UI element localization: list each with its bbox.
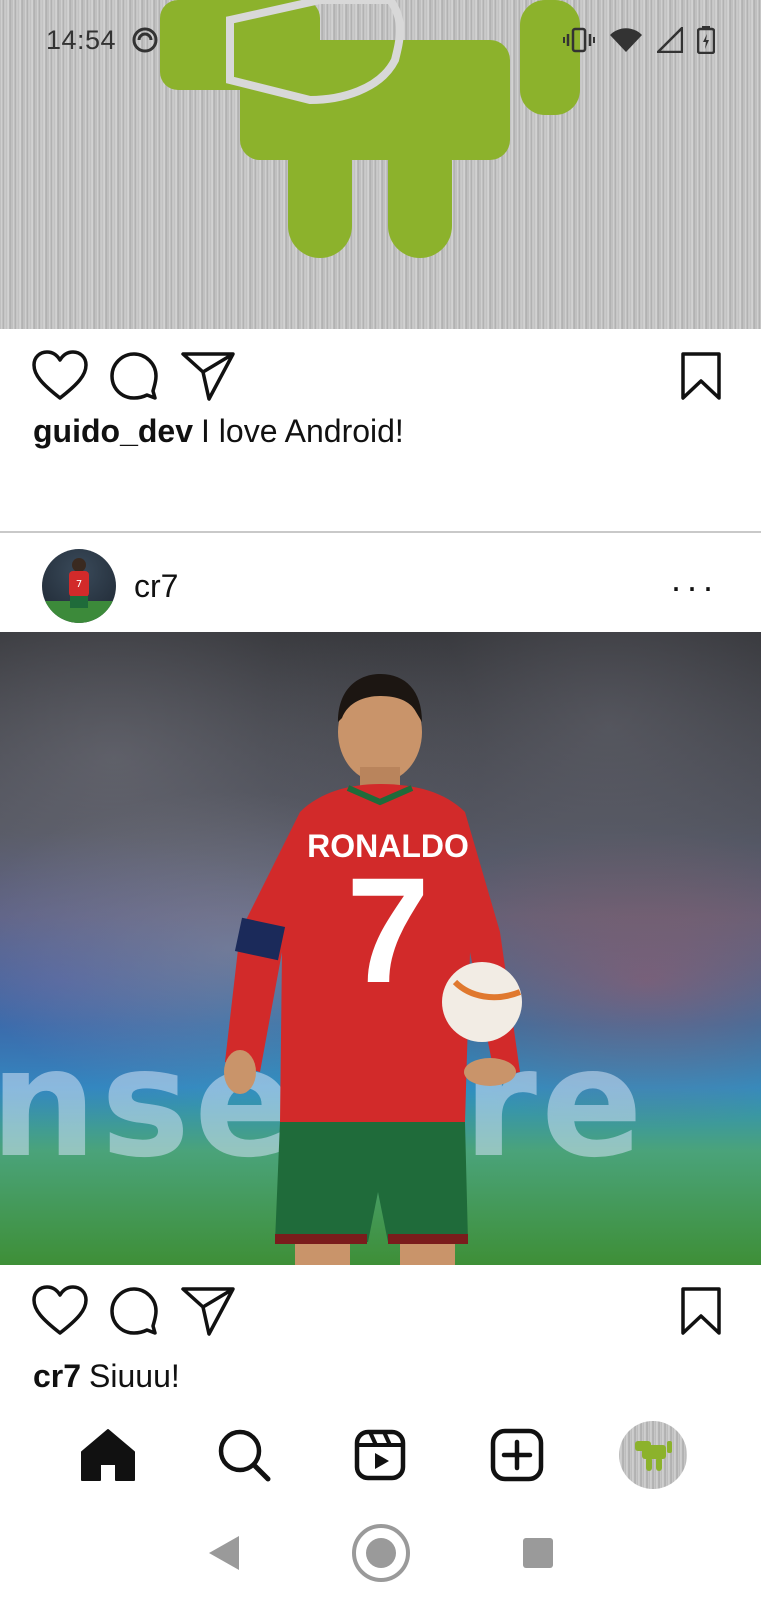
more-options-button[interactable]: ... <box>671 561 719 611</box>
sync-icon <box>132 27 158 53</box>
post-username[interactable]: cr7 <box>134 568 178 605</box>
bookmark-icon[interactable] <box>671 346 731 406</box>
home-circle-icon[interactable] <box>351 1523 411 1583</box>
avatar[interactable]: 7 <box>42 549 116 623</box>
share-send-icon[interactable] <box>178 1281 238 1341</box>
android-icon <box>634 1441 672 1471</box>
like-heart-icon[interactable] <box>30 346 90 406</box>
system-navigation-bar <box>0 1505 761 1600</box>
search-icon <box>219 1429 271 1482</box>
post-header: 7 cr7 ... <box>0 540 761 632</box>
caption-username[interactable]: guido_dev <box>33 413 193 449</box>
comment-icon[interactable] <box>104 346 164 406</box>
status-time: 14:54 <box>46 24 117 55</box>
post-actions <box>0 341 761 411</box>
share-send-icon[interactable] <box>178 346 238 406</box>
bookmark-icon[interactable] <box>671 1281 731 1341</box>
caption-username[interactable]: cr7 <box>33 1358 81 1394</box>
add-post-icon <box>490 1428 543 1482</box>
nav-add-post[interactable] <box>477 1415 557 1495</box>
comment-icon[interactable] <box>104 1281 164 1341</box>
recents-icon[interactable] <box>521 1536 555 1570</box>
status-bar: 14:54 <box>0 0 761 80</box>
bottom-navigation <box>0 1405 761 1505</box>
vibrate-icon <box>563 27 595 53</box>
nav-profile[interactable] <box>613 1415 693 1495</box>
post-caption: cr7 Siuuu! <box>33 1358 180 1395</box>
svg-text:7: 7 <box>76 579 82 590</box>
reels-icon <box>355 1429 406 1481</box>
post-actions <box>0 1276 761 1346</box>
post-caption: guido_dev I love Android! <box>33 413 404 450</box>
like-heart-icon[interactable] <box>30 1281 90 1341</box>
caption-text: I love Android! <box>201 413 404 449</box>
nav-reels[interactable] <box>340 1415 420 1495</box>
post-image-ronaldo[interactable]: nse ore RONALDO 7 <box>0 632 761 1265</box>
back-icon[interactable] <box>207 1534 241 1572</box>
post-divider <box>0 531 761 533</box>
player-figure: RONALDO 7 <box>224 674 522 1265</box>
profile-avatar <box>618 1421 687 1489</box>
caption-text: Siuuu! <box>89 1358 180 1394</box>
wifi-icon <box>610 28 642 52</box>
nav-home[interactable] <box>68 1415 148 1495</box>
nav-search[interactable] <box>204 1415 284 1495</box>
battery-icon <box>697 26 715 54</box>
avatar-player-figure: 7 <box>42 558 116 623</box>
cell-signal-icon <box>657 27 683 53</box>
home-icon <box>81 1429 136 1481</box>
jersey-number: 7 <box>346 846 429 1014</box>
